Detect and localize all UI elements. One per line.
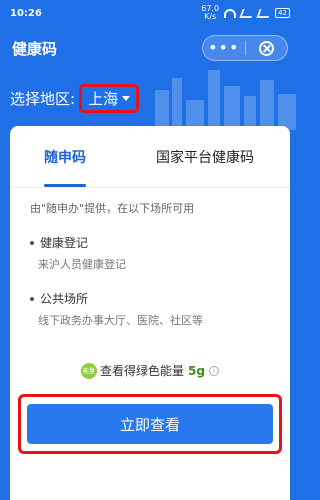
energy-value: 5g: [188, 363, 205, 378]
green-energy-row: 能量 查看得绿色能量 5g i: [10, 362, 290, 379]
tab-bar: 随申码 国家平台健康码: [10, 126, 290, 188]
region-label: 选择地区:: [10, 89, 76, 108]
signal-icon-2: [256, 8, 272, 18]
close-button[interactable]: [246, 40, 288, 56]
mini-program-capsule: •••: [202, 35, 288, 61]
health-code-card: 随申码 国家平台健康码 由"随申办"提供，在以下场所可用 健康登记 来沪人员健康…: [10, 126, 290, 500]
network-speed-unit: K/s: [204, 12, 217, 21]
battery-icon: 42: [275, 8, 290, 18]
tab-national-health-code[interactable]: 国家平台健康码: [120, 126, 290, 187]
city-skyline-decoration: [155, 70, 296, 130]
status-icons: 67.0 K/s 42: [201, 5, 290, 21]
status-time: 10:26: [10, 7, 42, 19]
bullet-icon: [30, 296, 34, 301]
list-item-subtitle: 线下政务办事大厅、医院、社区等: [38, 314, 203, 327]
item-title-text: 健康登记: [40, 236, 89, 250]
view-now-button[interactable]: 立即查看: [27, 404, 273, 444]
bullet-icon: [30, 240, 34, 245]
region-dropdown[interactable]: 上海: [79, 83, 140, 113]
status-bar: 10:26 67.0 K/s 42: [0, 0, 300, 26]
list-item-title: 健康登记: [30, 234, 88, 251]
page-title: 健康码: [12, 39, 58, 58]
region-selector-row: 选择地区: 上海: [10, 83, 140, 113]
region-value: 上海: [88, 89, 119, 108]
info-icon[interactable]: i: [208, 365, 219, 376]
item-title-text: 公共场所: [40, 292, 89, 306]
chevron-down-icon: [122, 95, 131, 101]
wifi-icon: [224, 8, 237, 18]
list-item-title: 公共场所: [30, 290, 88, 307]
tab-suishenma[interactable]: 随申码: [10, 126, 120, 187]
list-item-subtitle: 来沪人员健康登记: [38, 258, 126, 271]
signal-icon: [239, 8, 255, 18]
active-tab-indicator: [44, 184, 86, 187]
more-button[interactable]: •••: [203, 40, 245, 56]
availability-description: 由"随申办"提供，在以下场所可用: [30, 202, 195, 215]
network-speed: 67.0 K/s: [201, 5, 219, 21]
view-button-highlight: 立即查看: [18, 394, 282, 454]
energy-badge-icon: 能量: [81, 362, 98, 379]
close-icon: [258, 40, 274, 56]
energy-text: 查看得绿色能量: [100, 364, 185, 378]
